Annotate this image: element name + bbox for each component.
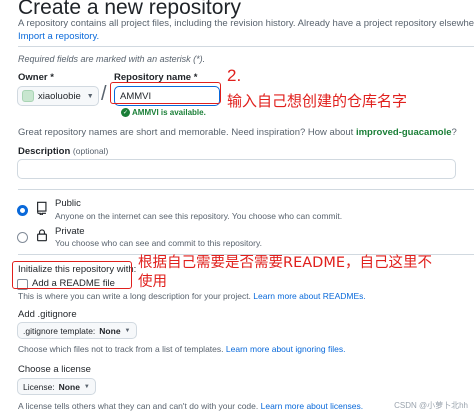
owner-dropdown[interactable]: xiaoluobie ▼ (17, 86, 99, 106)
gitignore-learn-more-link[interactable]: Learn more about ignoring files. (226, 344, 346, 354)
license-help-text: A license tells others what they can and… (18, 401, 259, 411)
triangle-down-icon: ▼ (124, 327, 131, 334)
annotation-step-text: 输入自己想创建的仓库名字 (227, 92, 408, 110)
owner-value: xiaoluobie (38, 90, 81, 102)
lock-icon (37, 229, 47, 242)
name-hint-text: Great repository names are short and mem… (18, 127, 354, 138)
gitignore-template-value: None (99, 325, 121, 336)
annotation-readme-note-line1: 根据自己需要是否需要README，自己这里不 (138, 255, 432, 271)
public-radio[interactable] (17, 205, 28, 216)
owner-label: Owner * (18, 72, 54, 83)
name-suggestion[interactable]: improved-guacamole (356, 127, 452, 138)
description-input[interactable] (17, 159, 456, 179)
license-learn-more-link[interactable]: Learn more about licenses. (261, 401, 364, 411)
license-select-label: License: (23, 381, 55, 392)
triangle-down-icon: ▼ (86, 92, 94, 100)
repository-name-hint: Great repository names are short and mem… (18, 127, 457, 138)
description-divider (18, 189, 474, 190)
public-label[interactable]: Public (55, 198, 81, 209)
annotation-box-readme (12, 261, 132, 289)
annotation-readme-note-line2: 使用 (138, 274, 167, 290)
gitignore-help-text: Choose which files not to track from a l… (18, 344, 224, 354)
gitignore-template-label: .gitignore template: (23, 325, 96, 336)
name-hint-suffix: ? (451, 127, 457, 138)
description-optional-text: (optional) (72, 146, 109, 156)
license-dropdown[interactable]: License: None ▼ (17, 378, 96, 395)
gitignore-help: Choose which files not to track from a l… (18, 344, 345, 354)
import-repository-link[interactable]: Import a repository. (18, 31, 99, 42)
gitignore-template-dropdown[interactable]: .gitignore template: None ▼ (17, 322, 137, 339)
check-circle-icon: ✓ (121, 108, 130, 117)
page-description: A repository contains all project files,… (18, 18, 474, 29)
description-label: Description (optional) (18, 146, 108, 157)
header-divider (18, 46, 474, 47)
csdn-watermark: CSDN @小萝卜北hh (394, 401, 468, 410)
public-hint: Anyone on the internet can see this repo… (55, 211, 343, 221)
license-heading: Choose a license (18, 364, 91, 375)
triangle-down-icon: ▼ (83, 383, 90, 390)
owner-repo-separator: / (101, 83, 107, 105)
license-help: A license tells others what they can and… (18, 401, 363, 411)
annotation-box-repo-name (110, 82, 221, 104)
required-fields-note: Required fields are marked with an aster… (18, 54, 206, 64)
private-hint: You choose who can see and commit to thi… (55, 238, 262, 248)
avatar (22, 90, 34, 102)
gitignore-heading: Add .gitignore (18, 309, 77, 320)
license-select-value: None (58, 381, 80, 392)
description-label-text: Description (18, 146, 71, 157)
private-radio[interactable] (17, 232, 28, 243)
readme-help: This is where you can write a long descr… (18, 291, 366, 301)
readme-learn-more-link[interactable]: Learn more about READMEs. (253, 291, 365, 301)
repo-icon (37, 201, 47, 215)
availability-message: ✓ AMMVI is available. (121, 108, 206, 117)
private-label[interactable]: Private (55, 226, 85, 237)
annotation-step-number: 2. (227, 66, 242, 85)
page-title: Create a new repository (18, 0, 241, 19)
readme-help-text: This is where you can write a long descr… (18, 291, 251, 301)
availability-text: AMMVI is available. (132, 108, 206, 117)
